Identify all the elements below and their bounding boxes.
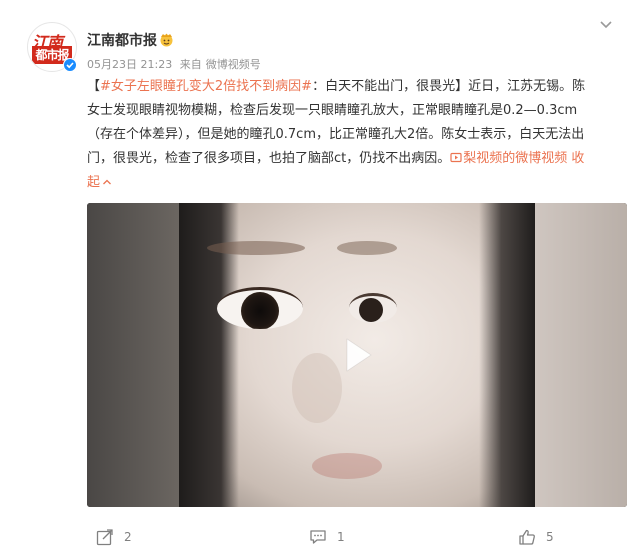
video-eye-left: [217, 287, 303, 329]
author-name[interactable]: 江南都市报: [87, 30, 157, 50]
video-pillar-right: [535, 203, 627, 507]
like-count: 5: [546, 530, 554, 544]
chevron-up-icon[interactable]: [102, 178, 112, 186]
post-meta: 05月23日 21:23 来自 微博视频号: [87, 56, 265, 72]
video-player[interactable]: [87, 203, 627, 507]
video-link-icon: [450, 152, 462, 163]
video-link-label: 梨视频的微博视频: [463, 151, 568, 166]
post-text: 【#女子左眼瞳孔变大2倍找不到病因#：白天不能出门，很畏光】近日，江苏无锡。陈 …: [87, 75, 627, 195]
chevron-down-icon[interactable]: [599, 20, 613, 30]
video-eye-right: [349, 293, 397, 323]
like-button[interactable]: 5: [518, 517, 554, 557]
verified-badge-icon: [63, 58, 77, 72]
collapse-link-tail[interactable]: 起: [87, 175, 100, 190]
thumbs-up-icon: [519, 529, 535, 545]
video-pillar-left: [87, 203, 179, 507]
hashtag-link[interactable]: #女子左眼瞳孔变大2倍找不到病因#: [100, 79, 312, 94]
post-text-line: 起: [87, 171, 627, 195]
post-source-link[interactable]: 微博视频号: [206, 58, 261, 71]
post-text-line: 女士发现眼睛视物模糊，检查后发现一只眼睛瞳孔放大，正常眼睛瞳孔是0.2—0.3c…: [87, 103, 578, 118]
video-brow-left: [207, 241, 305, 255]
weibo-post-card: 江南 都市报 江南都市报 05月23日 21:23 来自 微博视频号 【#女子左眼…: [0, 0, 638, 557]
post-text-segment: ：白天不能出门，很畏光】近日，江苏无锡。陈: [312, 79, 586, 94]
video-link[interactable]: 梨视频的微博视频: [450, 151, 567, 166]
comment-count: 1: [337, 530, 345, 544]
post-text-line: 门，很畏光，检查了很多项目，也拍了脑部ct，仍找不出病因。 梨视频的微博视频 收: [87, 147, 627, 171]
source-prefix: 来自: [179, 58, 202, 71]
post-text-segment: 门，很畏光，检查了很多项目，也拍了脑部ct，仍找不出病因。: [87, 151, 451, 166]
video-brow-right: [337, 241, 397, 255]
comment-button[interactable]: 1: [309, 517, 345, 557]
video-nose: [292, 353, 342, 423]
video-hair-right: [479, 203, 535, 507]
vip-emoji-icon: [160, 33, 173, 47]
video-iris-left: [241, 292, 279, 329]
share-icon: [96, 529, 113, 546]
bracket-open: 【: [87, 79, 101, 94]
video-iris-right: [359, 298, 383, 322]
post-actions: 2 1 5: [0, 517, 638, 557]
post-text-line: 【#女子左眼瞳孔变大2倍找不到病因#：白天不能出门，很畏光】近日，江苏无锡。陈: [87, 75, 627, 99]
post-text-line: （存在个体差异），但是她的瞳孔0.7cm，比正常瞳孔大2倍。陈女士表示，白天无法…: [87, 127, 585, 142]
play-icon[interactable]: [337, 335, 377, 375]
share-button[interactable]: 2: [96, 517, 132, 557]
comment-icon: [310, 530, 326, 544]
post-date[interactable]: 05月23日 21:23: [87, 58, 172, 71]
video-lips: [312, 453, 382, 479]
collapse-link[interactable]: 收: [571, 151, 584, 166]
share-count: 2: [124, 530, 132, 544]
